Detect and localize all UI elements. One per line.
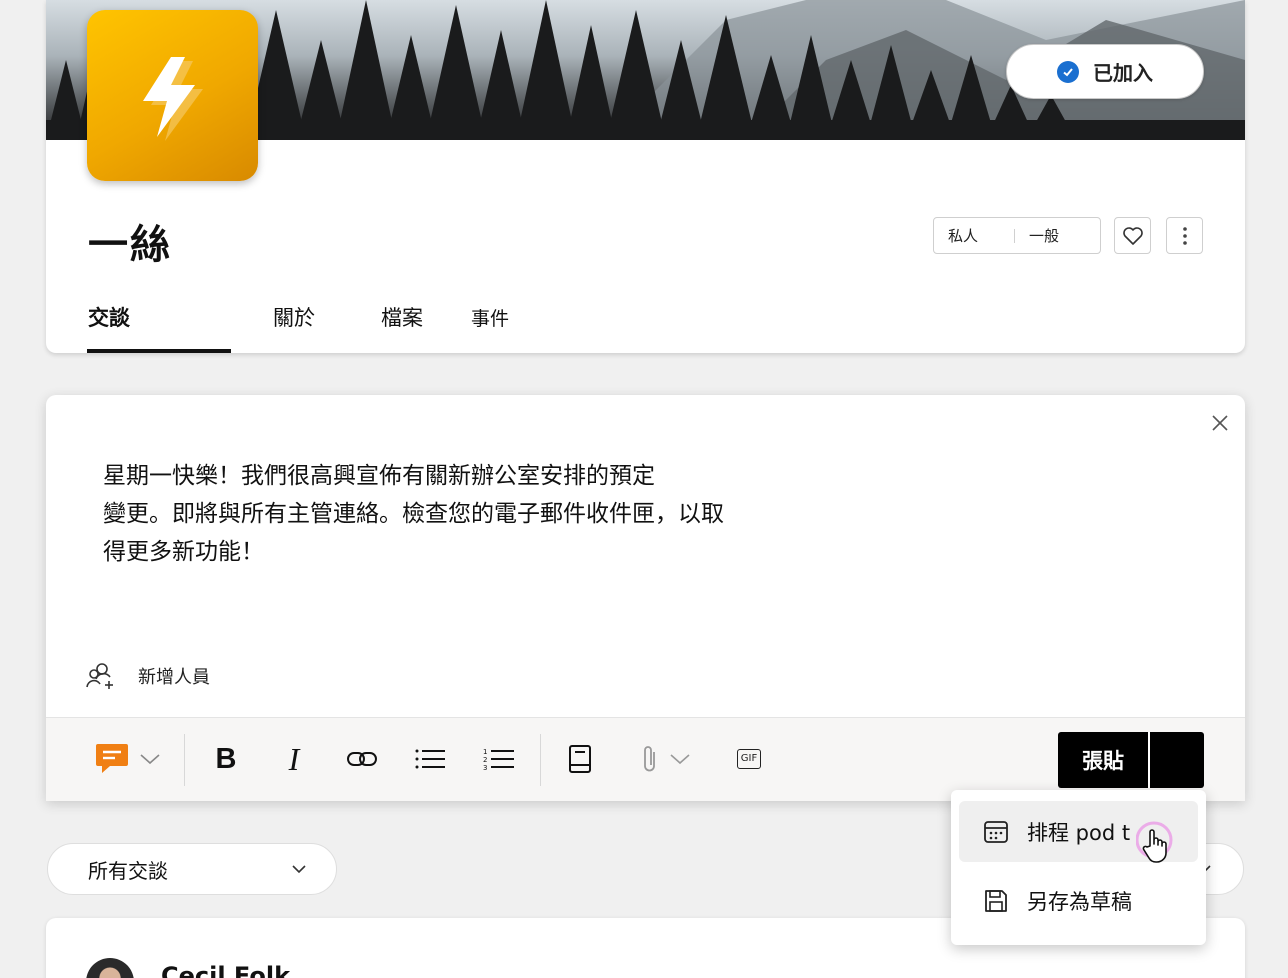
privacy-badge: 私人 一般 (933, 217, 1101, 254)
divider (184, 734, 185, 786)
divider (1148, 732, 1150, 788)
privacy-type: 私人 (948, 227, 979, 245)
save-icon (985, 889, 1007, 912)
message-line: 變更。即將與所有主管連絡。檢查您的電子郵件收件匣，以取 (103, 501, 724, 527)
gif-icon: GIF (736, 749, 762, 769)
svg-text:1: 1 (483, 748, 487, 756)
italic-icon: I (288, 740, 300, 777)
filter-label: 所有交談 (88, 858, 168, 883)
add-people-icon (86, 663, 113, 689)
message-line: 得更多新功能！ (103, 539, 264, 565)
composer-toolbar: B I 1 2 3 GIF 張貼 (46, 717, 1245, 801)
lightning-icon (142, 56, 203, 141)
svg-text:2: 2 (483, 756, 487, 764)
favorite-button[interactable] (1114, 217, 1151, 254)
post-options-menu: 排程 pod t 另存為草稿 (951, 790, 1206, 945)
bulleted-list-button[interactable] (410, 736, 450, 782)
chevron-down-icon (140, 754, 160, 765)
calendar-icon (984, 820, 1008, 843)
italic-button[interactable]: I (274, 736, 314, 782)
post-author[interactable]: Cecil Folk (161, 962, 290, 978)
menu-item-label: 排程 pod t (1027, 820, 1131, 845)
add-people-label: 新增人員 (138, 667, 210, 688)
tab-about[interactable]: 關於 (273, 302, 315, 332)
more-vertical-icon (1182, 226, 1187, 245)
post-label: 張貼 (1082, 749, 1124, 773)
heart-icon (1122, 226, 1143, 245)
community-title: 一絲 (88, 222, 172, 268)
avatar[interactable] (86, 958, 134, 978)
community-header: 已加入 一絲 私人 一般 交談 關於 檔案 事件 (46, 0, 1245, 353)
tab-files[interactable]: 檔案 (381, 302, 423, 332)
check-icon (1057, 60, 1079, 83)
book-button[interactable] (560, 736, 600, 782)
gif-button[interactable]: GIF (732, 736, 766, 782)
schedule-post-menu-item[interactable]: 排程 pod t (959, 801, 1198, 862)
save-draft-menu-item[interactable]: 另存為草稿 (959, 870, 1198, 931)
menu-item-label: 另存為草稿 (1027, 889, 1132, 914)
svg-text:3: 3 (483, 764, 487, 770)
privacy-category: 一般 (1029, 227, 1060, 245)
attach-icon (644, 746, 655, 772)
more-options-button[interactable] (1166, 217, 1203, 254)
active-tab-indicator (87, 349, 231, 353)
add-people-button[interactable]: 新增人員 (86, 662, 210, 690)
tab-conversations[interactable]: 交談 (88, 302, 130, 332)
post-composer: 星期一快樂！我們很高興宣佈有關新辦公室安排的預定 變更。即將與所有主管連絡。檢查… (46, 395, 1245, 801)
praise-icon (96, 744, 128, 773)
close-icon[interactable] (1209, 412, 1231, 434)
community-logo (87, 10, 258, 181)
message-body[interactable]: 星期一快樂！我們很高興宣佈有關新辦公室安排的預定 變更。即將與所有主管連絡。檢查… (103, 457, 823, 571)
chevron-down-icon (292, 865, 306, 874)
conversation-filter-dropdown[interactable]: 所有交談 (47, 843, 337, 895)
praise-button[interactable] (90, 736, 166, 782)
joined-button[interactable]: 已加入 (1006, 44, 1204, 99)
bulleted-list-icon (415, 749, 445, 769)
book-icon (569, 745, 591, 773)
message-line: 星期一快樂！我們很高興宣佈有關新辦公室安排的預定 (103, 463, 655, 489)
joined-label: 已加入 (1093, 61, 1153, 85)
chevron-down-icon (670, 754, 690, 765)
post-button[interactable]: 張貼 (1058, 732, 1204, 788)
attach-button[interactable] (636, 736, 698, 782)
link-button[interactable] (342, 736, 382, 782)
numbered-list-icon: 1 2 3 (483, 748, 514, 770)
tab-events[interactable]: 事件 (471, 304, 509, 331)
bold-icon: B (215, 742, 237, 775)
divider (540, 734, 541, 786)
bold-button[interactable]: B (206, 736, 246, 782)
numbered-list-button[interactable]: 1 2 3 (479, 736, 519, 782)
link-icon (347, 752, 377, 766)
